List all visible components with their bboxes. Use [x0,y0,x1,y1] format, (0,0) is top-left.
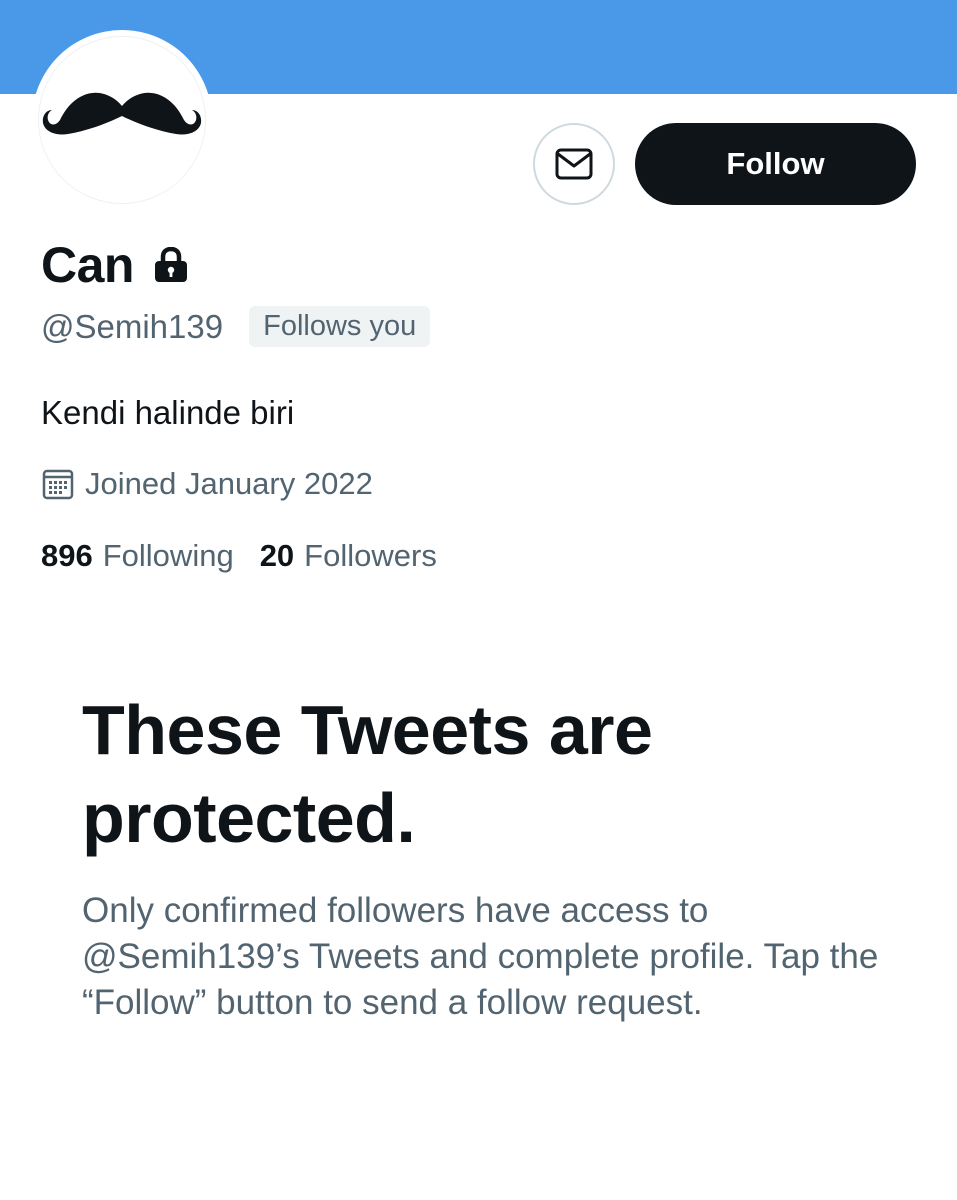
profile-page: Follow Can @Semih139 Follows you Kendi h… [0,0,957,1200]
handle-row: @Semih139 Follows you [41,306,431,347]
follow-stats: 896 Following 20 Followers [41,538,437,574]
protected-tweets-description: Only confirmed followers have access to … [82,891,879,1022]
following-label: Following [102,538,234,573]
mustache-icon [42,92,202,135]
profile-name: Can [41,237,134,293]
follows-you-badge: Follows you [249,306,431,347]
lock-icon [154,247,187,282]
joined-date-text: Joined January 2022 [85,466,373,501]
message-button[interactable] [533,123,615,205]
calendar-icon [42,469,74,500]
protected-tweets-title: These Tweets are protected. [82,691,653,857]
joined-date-row: Joined January 2022 [41,466,373,502]
following-count: 896 [41,538,93,573]
avatar[interactable] [32,30,212,210]
profile-name-row: Can [41,236,190,294]
profile-bio: Kendi halinde biri [41,394,295,431]
avatar-image [38,36,206,204]
follow-button[interactable]: Follow [635,123,916,205]
following-stat[interactable]: 896 Following [41,538,234,574]
followers-label: Followers [304,538,437,573]
profile-handle: @Semih139 [41,307,224,345]
followers-count: 20 [259,538,295,573]
followers-stat[interactable]: 20 Followers [260,538,437,574]
envelope-icon [555,148,593,180]
